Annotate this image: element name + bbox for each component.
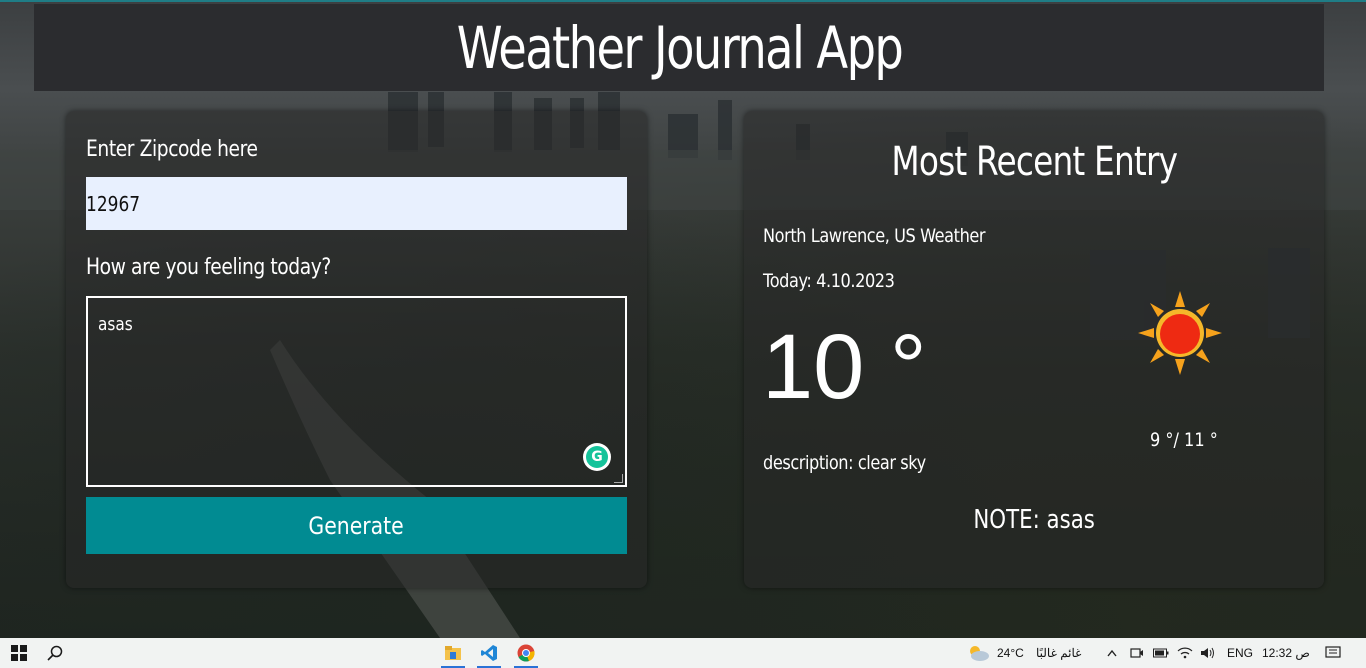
language-indicator[interactable]: ENG bbox=[1227, 646, 1253, 660]
app-header: Weather Journal App bbox=[34, 4, 1324, 91]
weather-description: description: clear sky bbox=[763, 452, 926, 474]
entry-form-card: Enter Zipcode here 12967 How are you fee… bbox=[66, 111, 647, 588]
resize-handle[interactable] bbox=[614, 474, 623, 483]
taskbar-weather-desc[interactable]: غائم غالبًا bbox=[1036, 646, 1081, 660]
chevron-up-icon[interactable] bbox=[1104, 638, 1120, 668]
sun-icon bbox=[1138, 291, 1222, 375]
meet-now-icon[interactable] bbox=[1128, 638, 1146, 668]
date-text: Today: 4.10.2023 bbox=[763, 270, 895, 292]
top-accent-line bbox=[0, 0, 1366, 2]
zip-input[interactable]: 12967 bbox=[86, 177, 627, 230]
zip-input-value: 12967 bbox=[86, 191, 141, 216]
wifi-icon[interactable] bbox=[1176, 638, 1194, 668]
recent-entry-card: Most Recent Entry North Lawrence, US Wea… bbox=[744, 111, 1324, 588]
volume-icon[interactable] bbox=[1198, 638, 1218, 668]
weather-cloud-icon[interactable] bbox=[964, 638, 992, 668]
app-title: Weather Journal App bbox=[456, 13, 903, 82]
search-icon[interactable] bbox=[38, 638, 72, 668]
note-text-value: NOTE: asas bbox=[973, 505, 1095, 535]
recent-entry-title: Most Recent Entry bbox=[744, 139, 1324, 185]
recent-entry-title-text: Most Recent Entry bbox=[891, 139, 1178, 185]
generate-button[interactable]: Generate bbox=[86, 497, 627, 554]
grammarly-icon[interactable]: G bbox=[583, 443, 611, 471]
taskbar: 24°C غائم غالبًا ENG 12:32 ص bbox=[0, 638, 1366, 668]
temperature-value: 10 ° bbox=[762, 316, 927, 418]
chrome-icon[interactable] bbox=[509, 638, 543, 668]
windows-start-icon[interactable] bbox=[0, 638, 38, 668]
note-text: NOTE: asas bbox=[744, 505, 1324, 535]
taskbar-weather-temp[interactable]: 24°C bbox=[997, 646, 1024, 660]
taskbar-clock[interactable]: 12:32 ص bbox=[1262, 646, 1310, 660]
generate-button-label: Generate bbox=[308, 511, 405, 540]
zip-label: Enter Zipcode here bbox=[86, 137, 258, 162]
feeling-textarea[interactable]: asas G bbox=[86, 296, 627, 487]
feeling-textarea-value: asas bbox=[98, 314, 133, 335]
file-explorer-icon[interactable] bbox=[436, 638, 470, 668]
location-text: North Lawrence, US Weather bbox=[763, 225, 986, 247]
battery-icon[interactable] bbox=[1152, 638, 1170, 668]
min-max-temp: 9 °/ 11 ° bbox=[1150, 429, 1218, 451]
vscode-icon[interactable] bbox=[472, 638, 506, 668]
notification-icon[interactable] bbox=[1318, 638, 1348, 668]
feeling-label: How are you feeling today? bbox=[86, 255, 331, 280]
